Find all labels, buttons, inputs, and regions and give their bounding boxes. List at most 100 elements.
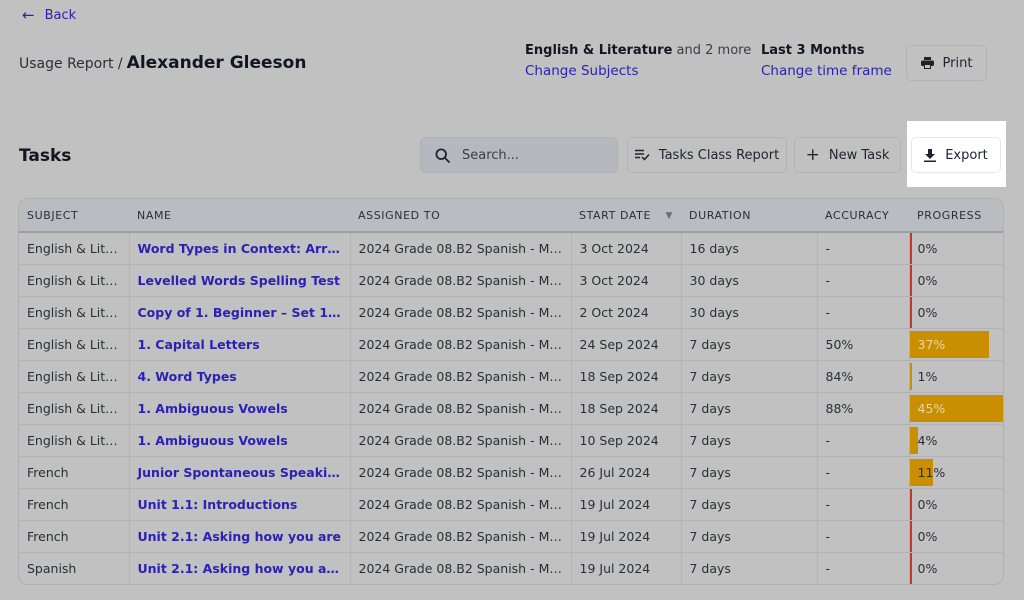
table-row[interactable]: English & Liter... 4. Word Types 2024 Grad… <box>19 360 1003 393</box>
cell-accuracy: - <box>817 488 910 521</box>
column-header-duration[interactable]: DURATION <box>681 199 817 233</box>
cell-name[interactable]: Junior Spontaneous Speaking Q... <box>129 456 351 489</box>
cell-name[interactable]: 1. Ambiguous Vowels <box>129 392 351 425</box>
cell-start-date: 19 Jul 2024 <box>571 552 682 584</box>
progress-label: 1% <box>917 369 938 384</box>
cell-progress: 0% <box>909 296 1003 329</box>
column-header-accuracy[interactable]: ACCURACY <box>817 199 909 233</box>
table-row[interactable]: English & Liter... Copy of 1. Beginner – … <box>19 296 1003 329</box>
cell-start-date: 18 Sep 2024 <box>571 360 682 393</box>
cell-name[interactable]: 1. Ambiguous Vowels <box>129 424 351 457</box>
cell-assigned-to: 2024 Grade 08.B2 Spanish - Monta... <box>350 296 572 329</box>
new-task-label: New Task <box>828 147 890 163</box>
cell-progress: 0% <box>909 232 1003 265</box>
cell-progress: 37% <box>909 328 1003 361</box>
table-row[interactable]: English & Liter... 1. Capital Letters 2024… <box>19 328 1003 361</box>
search-box[interactable] <box>420 137 618 173</box>
cell-duration: 7 days <box>681 456 818 489</box>
time-filter: Last 3 Months Change time frame <box>761 43 892 79</box>
back-link[interactable]: ← Back <box>22 8 76 24</box>
cell-name[interactable]: Unit 2.1: Asking how you are (tr... <box>129 552 351 584</box>
cell-accuracy: 88% <box>817 392 910 425</box>
cell-start-date: 19 Jul 2024 <box>571 488 682 521</box>
cell-progress: 1% <box>909 360 1003 393</box>
cell-duration: 30 days <box>681 296 818 329</box>
cell-name[interactable]: 4. Word Types <box>129 360 351 393</box>
table-row[interactable]: English & Liter... Word Types in Context:… <box>19 232 1003 265</box>
tasks-class-report-button[interactable]: Tasks Class Report <box>627 137 787 173</box>
progress-label: 0% <box>917 497 938 512</box>
table-row[interactable]: English & Liter... 1. Ambiguous Vowels 202… <box>19 424 1003 457</box>
table-row[interactable]: English & Liter... Levelled Words Spellin… <box>19 264 1003 297</box>
cell-assigned-to: 2024 Grade 08.B2 Spanish - Monta... <box>350 392 572 425</box>
breadcrumb-section: Usage Report / <box>19 56 123 72</box>
printer-icon <box>920 57 934 69</box>
export-label: Export <box>945 147 988 163</box>
cell-progress: 11% <box>909 456 1003 489</box>
cell-progress: 4% <box>909 424 1003 457</box>
cell-accuracy: - <box>817 552 910 584</box>
cell-start-date: 24 Sep 2024 <box>571 328 682 361</box>
column-header-progress[interactable]: PROGRESS <box>909 199 1003 233</box>
new-task-button[interactable]: + New Task <box>794 137 901 173</box>
cell-name[interactable]: Unit 1.1: Introductions <box>129 488 351 521</box>
search-icon <box>435 147 450 163</box>
print-button[interactable]: Print <box>906 45 987 81</box>
column-header-assigned-to[interactable]: ASSIGNED TO <box>350 199 571 233</box>
export-button[interactable]: Export <box>911 137 1001 173</box>
print-label: Print <box>942 55 973 71</box>
table-row[interactable]: English & Liter... 1. Ambiguous Vowels 202… <box>19 392 1003 425</box>
cell-assigned-to: 2024 Grade 08.B2 Spanish - Monta... <box>350 456 572 489</box>
tasks-class-report-label: Tasks Class Report <box>658 147 780 163</box>
cell-name[interactable]: 1. Capital Letters <box>129 328 351 361</box>
table-row[interactable]: FrenchJunior Spontaneous Speaking Q...20… <box>19 456 1003 489</box>
cell-duration: 7 days <box>681 488 818 521</box>
progress-label: 0% <box>917 529 938 544</box>
cell-duration: 16 days <box>681 232 818 265</box>
cell-duration: 7 days <box>681 360 818 393</box>
cell-subject: English & Liter... <box>19 264 130 297</box>
change-time-frame-link[interactable]: Change time frame <box>761 63 892 79</box>
cell-duration: 7 days <box>681 424 818 457</box>
cell-accuracy: - <box>817 520 910 553</box>
cell-subject: English & Liter... <box>19 360 130 393</box>
start-date-label: START DATE <box>579 208 652 222</box>
cell-progress: 0% <box>909 520 1003 553</box>
subjects-secondary: and 2 more <box>676 43 752 58</box>
column-header-name[interactable]: NAME <box>129 199 350 233</box>
time-primary: Last 3 Months <box>761 43 865 58</box>
cell-name[interactable]: Copy of 1. Beginner – Set 1 Pre-t... <box>129 296 351 329</box>
cell-progress: 0% <box>909 553 1003 584</box>
cell-start-date: 2 Oct 2024 <box>571 296 682 329</box>
cell-name[interactable]: Levelled Words Spelling Test <box>129 264 351 297</box>
cell-start-date: 3 Oct 2024 <box>571 232 682 265</box>
cell-subject: French <box>19 488 130 521</box>
cell-accuracy: 50% <box>817 328 910 361</box>
change-subjects-link[interactable]: Change Subjects <box>525 63 751 79</box>
checklist-icon <box>634 149 650 161</box>
cell-progress: 0% <box>909 264 1003 297</box>
progress-label: 0% <box>917 273 938 288</box>
table-row[interactable]: French Unit 2.1: Asking how you are 2024 G… <box>19 520 1003 553</box>
sort-descending-icon[interactable]: ▼ <box>665 211 673 221</box>
cell-name[interactable]: Unit 2.1: Asking how you are <box>129 520 351 553</box>
table-row[interactable]: SpanishUnit 2.1: Asking how you are (tr.… <box>19 552 1003 584</box>
search-input[interactable] <box>460 146 604 164</box>
page-title: Alexander Gleeson <box>126 53 307 73</box>
table-row[interactable]: French Unit 1.1: Introductions 2024 Grade … <box>19 488 1003 521</box>
cell-accuracy: 84% <box>817 360 910 393</box>
column-header-subject[interactable]: SUBJECT <box>19 199 129 233</box>
cell-subject: Spanish <box>19 552 130 584</box>
cell-assigned-to: 2024 Grade 08.B2 Spanish - Monta... <box>350 552 572 584</box>
cell-assigned-to: 2024 Grade 08.B2 Spanish - Monta... <box>350 520 572 553</box>
tasks-table: SUBJECT NAME ASSIGNED TO START DATE ▼ DUR… <box>18 198 1004 585</box>
cell-subject: English & Liter... <box>19 296 130 329</box>
progress-label: 45% <box>917 401 946 416</box>
column-header-start-date[interactable]: START DATE ▼ <box>571 199 681 233</box>
cell-assigned-to: 2024 Grade 08.B2 Spanish - Monta... <box>350 488 572 521</box>
cell-accuracy: - <box>817 264 910 297</box>
cell-name[interactable]: Word Types in Context: Arrange ... <box>129 232 351 265</box>
table-header-row: SUBJECT NAME ASSIGNED TO START DATE ▼ DUR… <box>19 199 1003 233</box>
cell-duration: 7 days <box>681 520 818 553</box>
cell-accuracy: - <box>817 296 910 329</box>
